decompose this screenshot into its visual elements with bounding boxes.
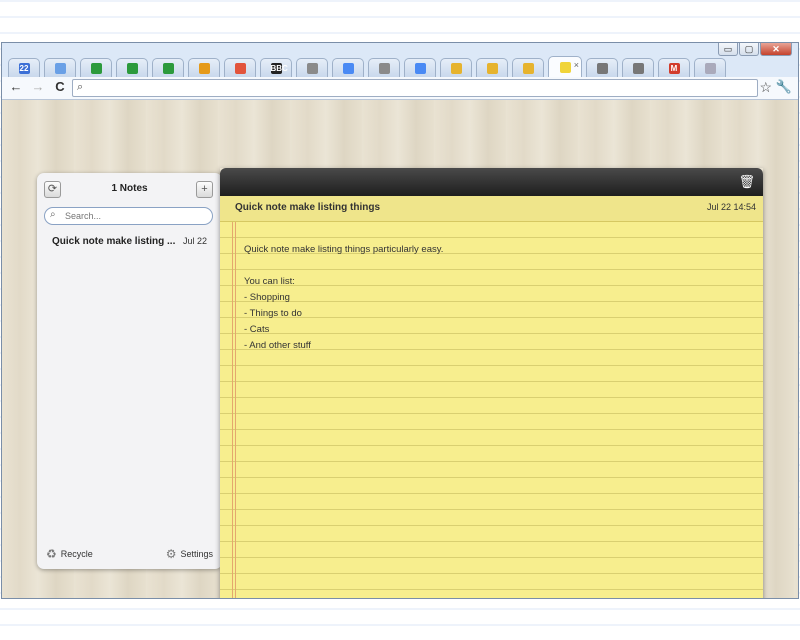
extension-icon — [522, 62, 534, 74]
browser-tab[interactable]: M — [658, 58, 690, 77]
google-icon — [414, 62, 426, 74]
editor-top-bar: 🗑 — [220, 168, 763, 196]
search-field[interactable]: ⌕ — [44, 207, 213, 225]
search-icon: ⌕ — [77, 81, 84, 93]
margin-line — [235, 222, 236, 598]
note-timestamp: Jul 22 14:54 — [706, 202, 756, 212]
recycle-button[interactable]: ♻ Recycle — [46, 547, 93, 561]
notes-list-panel: ⟳ 1 Notes + ⌕ Quick note make listing ..… — [37, 173, 222, 569]
recycle-icon: ♻ — [46, 547, 57, 561]
list-header: ⟳ 1 Notes + — [37, 173, 222, 203]
browser-tab[interactable] — [404, 58, 436, 77]
gear-icon: ⚙ — [165, 547, 177, 561]
browser-tab[interactable]: BBC — [260, 58, 292, 77]
search-input[interactable] — [65, 209, 205, 222]
calendar-icon: 22 — [18, 62, 30, 74]
tab-strip: 22 BBC × M — [8, 56, 738, 77]
google-icon — [342, 62, 354, 74]
trash-icon[interactable]: 🗑 — [738, 174, 755, 190]
spreadsheet-icon — [162, 62, 174, 74]
browser-tab[interactable] — [152, 58, 184, 77]
browser-tab[interactable] — [116, 58, 148, 77]
list-footer: ♻ Recycle ⚙ Settings — [37, 547, 222, 563]
new-tab-icon — [704, 62, 716, 74]
forward-button[interactable]: → — [30, 79, 46, 95]
browser-tab[interactable] — [224, 58, 256, 77]
note-paper[interactable]: Quick note make listing things particula… — [220, 222, 763, 598]
gift-icon — [596, 62, 608, 74]
note-title: Quick note make listing things — [235, 202, 381, 213]
reload-button[interactable]: C — [52, 79, 68, 95]
wrench-menu-icon[interactable]: 🔧 — [776, 79, 792, 95]
spreadsheet-icon — [90, 62, 102, 74]
notes-count: 1 Notes — [111, 183, 148, 194]
gift-icon — [632, 62, 644, 74]
browser-tab[interactable] — [476, 58, 508, 77]
back-button[interactable]: ← — [8, 79, 24, 95]
add-note-button[interactable]: + — [196, 181, 213, 198]
spreadsheet-icon — [126, 62, 138, 74]
doc-icon — [54, 62, 66, 74]
note-list-date: Jul 22 — [182, 236, 207, 246]
browser-tab[interactable] — [44, 58, 76, 77]
minimize-button[interactable]: ▭ — [718, 43, 738, 56]
globe-icon — [306, 62, 318, 74]
note-body-text[interactable]: Quick note make listing things particula… — [244, 242, 443, 354]
globe-icon — [378, 62, 390, 74]
browser-tab[interactable] — [188, 58, 220, 77]
browser-tab[interactable] — [296, 58, 328, 77]
browser-tab[interactable] — [80, 58, 112, 77]
margin-line — [232, 222, 233, 598]
editor-header: Quick note make listing things Jul 22 14… — [220, 196, 763, 222]
pocket-icon — [234, 62, 246, 74]
browser-tab[interactable] — [440, 58, 472, 77]
maximize-button[interactable]: ▢ — [739, 43, 759, 56]
settings-label: Settings — [180, 549, 213, 559]
browser-tab[interactable] — [694, 58, 726, 77]
recycle-label: Recycle — [60, 549, 93, 559]
browser-toolbar: ← → C ⌕ ☆ 🔧 — [2, 77, 798, 100]
browser-window: ▭ ▢ ✕ 22 BBC × M ← → C ⌕ ☆ 🔧 ⟳ 1 Notes + ⌕ — [1, 42, 799, 599]
bookmark-star-icon[interactable]: ☆ — [759, 79, 772, 95]
browser-tab[interactable] — [512, 58, 544, 77]
settings-button[interactable]: ⚙ Settings — [166, 547, 213, 561]
gmail-icon: M — [668, 62, 680, 74]
search-icon: ⌕ — [50, 209, 56, 220]
list-item[interactable]: Quick note make listing ... Jul 22 — [52, 236, 207, 247]
note-list-title: Quick note make listing ... — [52, 236, 176, 247]
browser-tab[interactable] — [622, 58, 654, 77]
note-editor: 🗑 Quick note make listing things Jul 22 … — [220, 168, 763, 598]
address-bar[interactable]: ⌕ — [72, 79, 758, 97]
extension-icon — [486, 62, 498, 74]
notes-app: ⟳ 1 Notes + ⌕ Quick note make listing ..… — [2, 100, 798, 598]
extension-icon — [450, 62, 462, 74]
task-icon — [198, 62, 210, 74]
notes-icon — [559, 61, 571, 73]
browser-tab[interactable] — [368, 58, 400, 77]
browser-tab[interactable] — [586, 58, 618, 77]
close-window-button[interactable]: ✕ — [760, 43, 792, 56]
close-tab-icon[interactable]: × — [574, 60, 579, 70]
browser-tab[interactable] — [332, 58, 364, 77]
browser-tab[interactable]: × — [548, 56, 582, 77]
window-controls: ▭ ▢ ✕ — [718, 43, 792, 56]
bbc-icon: BBC — [270, 62, 288, 74]
browser-tab[interactable]: 22 — [8, 58, 40, 77]
